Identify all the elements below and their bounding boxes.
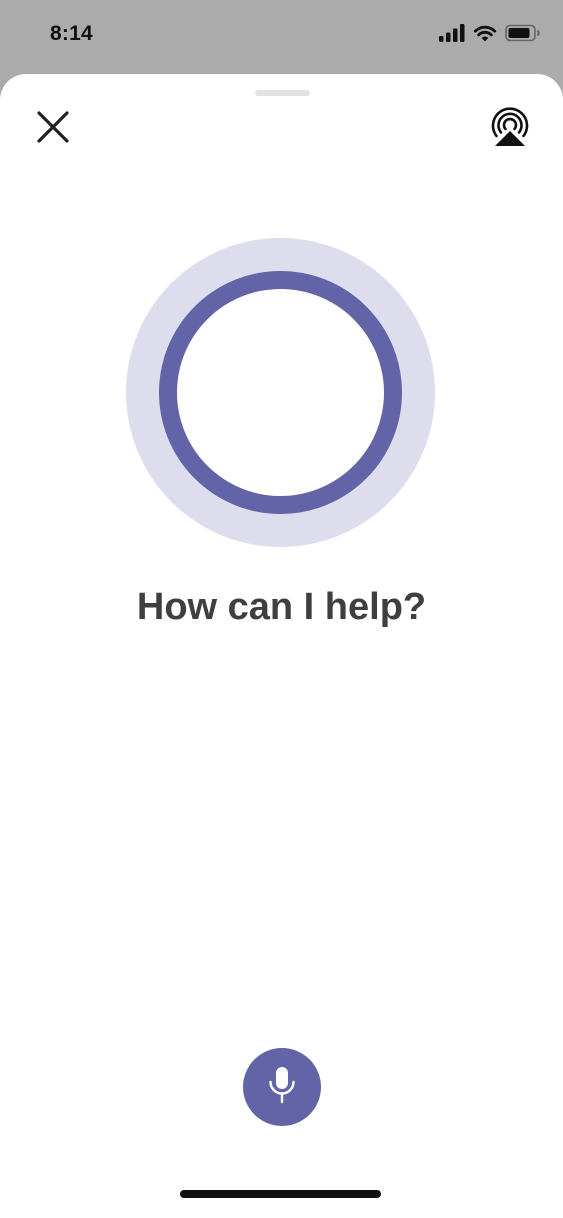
cortana-ring — [159, 271, 402, 514]
cellular-signal-icon — [439, 23, 465, 47]
close-button[interactable] — [30, 106, 76, 152]
assistant-sheet: How can I help? — [0, 74, 563, 1218]
status-time: 8:14 — [50, 22, 93, 45]
microphone-icon — [266, 1065, 298, 1110]
close-icon — [36, 110, 70, 149]
status-icons — [439, 23, 541, 47]
screen: 8:14 How can I help? — [0, 0, 563, 1218]
assistant-prompt: How can I help? — [136, 586, 427, 628]
airplay-icon — [487, 106, 533, 152]
battery-icon — [505, 24, 541, 47]
status-bar: 8:14 — [0, 0, 563, 72]
home-indicator — [180, 1190, 381, 1198]
airplay-button[interactable] — [485, 104, 535, 154]
sheet-grabber[interactable] — [255, 90, 310, 96]
microphone-button[interactable] — [243, 1048, 321, 1126]
wifi-icon — [473, 24, 497, 47]
